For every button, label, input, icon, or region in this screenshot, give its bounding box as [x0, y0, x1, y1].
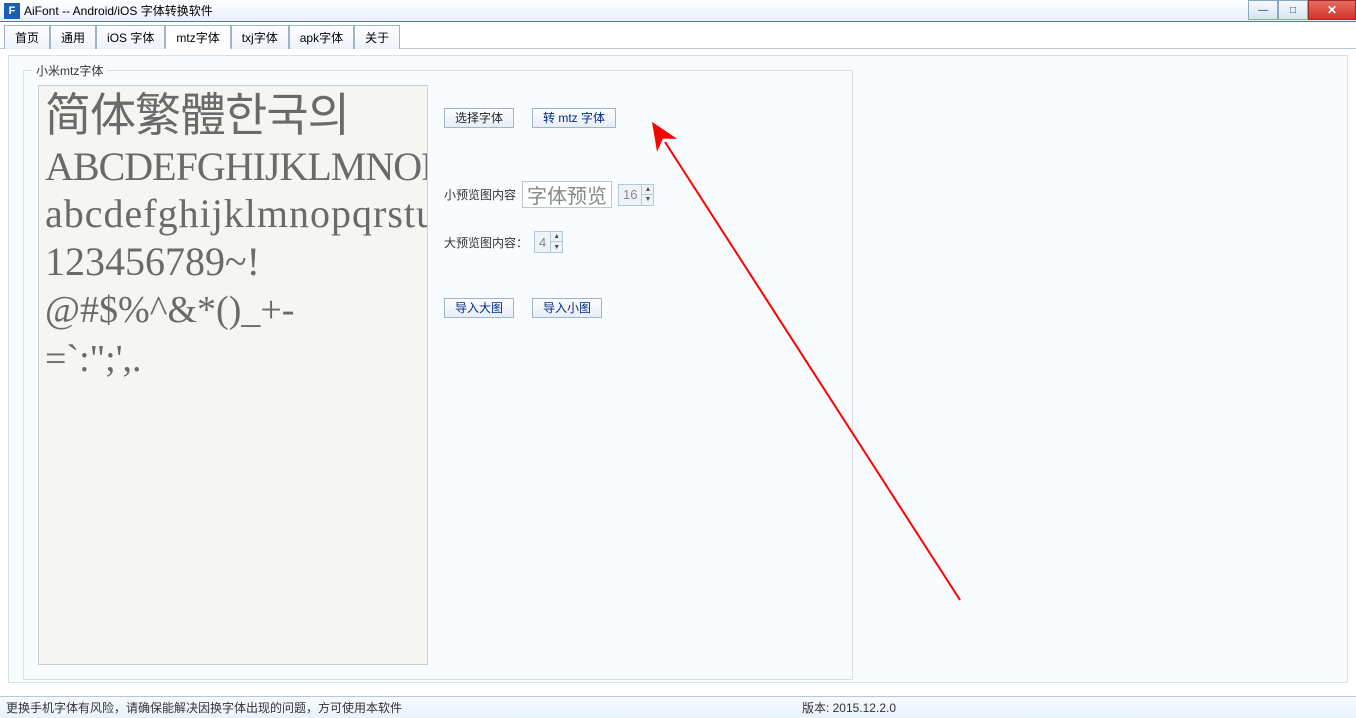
large-preview-label: 大预览图内容： [444, 234, 528, 251]
tab-row: 首页 通用 iOS 字体 mtz字体 txj字体 apk字体 关于 [0, 22, 1356, 49]
preview-digits: 123456789~! [45, 238, 421, 286]
maximize-button[interactable]: □ [1278, 0, 1308, 20]
mtz-groupbox: 小米mtz字体 简体繁體한국의 ABCDEFGHIJKLMNOPQRSTUVWX… [23, 70, 853, 680]
group-title: 小米mtz字体 [32, 62, 107, 79]
tab-mtz-font[interactable]: mtz字体 [165, 25, 230, 49]
convert-mtz-button[interactable]: 转 mtz 字体 [532, 108, 616, 128]
status-bar: 更换手机字体有风险，请确保能解决因换字体出现的问题，方可使用本软件 版本: 20… [0, 696, 1356, 718]
tab-general[interactable]: 通用 [50, 25, 96, 49]
tab-apk-font[interactable]: apk字体 [289, 25, 354, 49]
small-size-value: 16 [619, 185, 641, 205]
tab-txj-font[interactable]: txj字体 [231, 25, 289, 49]
minimize-button[interactable]: — [1248, 0, 1278, 20]
spin-up-icon[interactable]: ▲ [641, 185, 653, 195]
small-size-spinner[interactable]: 16 ▲▼ [618, 184, 654, 206]
large-size-value: 4 [535, 232, 550, 252]
spin-up-icon[interactable]: ▲ [550, 232, 562, 242]
tab-about[interactable]: 关于 [354, 25, 400, 49]
window-controls: — □ ✕ [1248, 0, 1356, 20]
tab-home[interactable]: 首页 [4, 25, 50, 49]
window-title: AiFont -- Android/iOS 字体转换软件 [24, 2, 213, 19]
tab-ios-font[interactable]: iOS 字体 [96, 25, 165, 49]
spin-down-icon[interactable]: ▼ [550, 242, 562, 252]
preview-cjk: 简体繁體한국의 [45, 90, 421, 143]
close-button[interactable]: ✕ [1308, 0, 1356, 20]
version-label: 版本: 2015.12.2.0 [802, 699, 896, 716]
preview-upper: ABCDEFGHIJKLMNOPQRSTUVWXYZ [45, 143, 421, 190]
import-large-button[interactable]: 导入大图 [444, 298, 514, 318]
font-preview: 简体繁體한국의 ABCDEFGHIJKLMNOPQRSTUVWXYZ abcde… [38, 85, 428, 665]
window-titlebar: F AiFont -- Android/iOS 字体转换软件 — □ ✕ [0, 0, 1356, 22]
small-preview-label: 小预览图内容 [444, 186, 516, 203]
status-message: 更换手机字体有风险，请确保能解决因换字体出现的问题，方可使用本软件 [6, 699, 402, 716]
small-preview-input[interactable] [522, 181, 612, 208]
large-size-spinner[interactable]: 4 ▲▼ [534, 231, 563, 253]
app-icon: F [4, 3, 20, 19]
spin-down-icon[interactable]: ▼ [641, 195, 653, 205]
preview-sym1: @#$%^&*()_+- [45, 286, 421, 335]
preview-lower: abcdefghijklmnopqrstuvwxyz [45, 190, 421, 238]
content-panel: 小米mtz字体 简体繁體한국의 ABCDEFGHIJKLMNOPQRSTUVWX… [8, 55, 1348, 683]
preview-sym2: =`:";',. [45, 335, 421, 384]
select-font-button[interactable]: 选择字体 [444, 108, 514, 128]
import-small-button[interactable]: 导入小图 [532, 298, 602, 318]
